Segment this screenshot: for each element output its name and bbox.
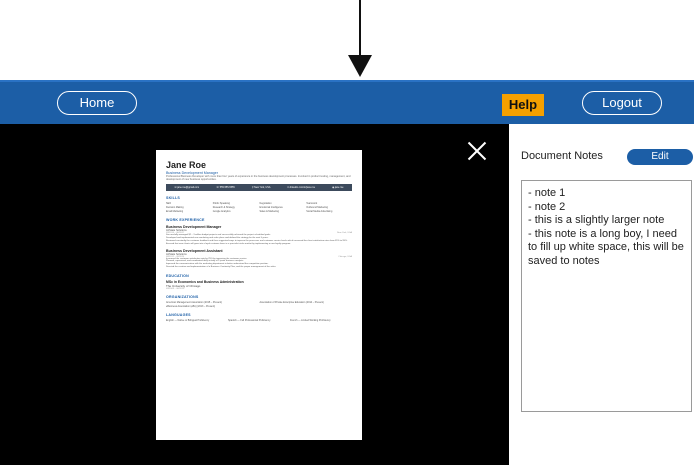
organization-item: American Management Association (2015 – … bbox=[166, 300, 222, 304]
skill-item: Public Speaking bbox=[212, 202, 230, 206]
skill-item: Negotiation bbox=[259, 202, 272, 206]
organization-item: eBusiness Association (eBA) (2013 – Pres… bbox=[166, 304, 216, 308]
job-location: Chicago, USA bbox=[338, 255, 352, 258]
section-heading-languages: LANGUAGES bbox=[166, 312, 191, 317]
skill-item: Social Media Advertising bbox=[306, 210, 333, 214]
resume-page: Jane Roe Business Development Manager Pr… bbox=[156, 150, 362, 440]
language-item: French — Limited Working Proficiency bbox=[290, 318, 331, 322]
contact-location: ⚲ New York, USA bbox=[251, 186, 271, 190]
language-item: Spanish — Full Professional Proficiency bbox=[228, 318, 271, 322]
skill-item: SEO bbox=[166, 202, 172, 206]
skill-item: Outbound Marketing bbox=[306, 206, 328, 210]
section-heading-skills: SKILLS bbox=[166, 196, 180, 201]
job-bullet: Directed the creation and implementation… bbox=[166, 265, 277, 268]
section-heading-work: WORK EXPERIENCE bbox=[166, 218, 205, 223]
section-heading-education: EDUCATION bbox=[166, 273, 189, 278]
skill-item: Google Analytics bbox=[212, 210, 231, 214]
down-arrow-icon bbox=[348, 0, 372, 80]
document-viewer: Jane Roe Business Development Manager Pr… bbox=[0, 124, 509, 465]
job-location: New York, USA bbox=[337, 232, 352, 235]
note-item: - note 1 bbox=[528, 187, 566, 199]
languages-list: English — Native or Bilingual Proficienc… bbox=[166, 319, 352, 322]
contact-linkedin: in linkedin.com/in/jane.roe bbox=[287, 186, 316, 190]
skill-item: Emotional Intelligence bbox=[259, 206, 283, 210]
top-nav-bar: Home Help Logout bbox=[0, 80, 694, 124]
contact-handle: ◉ jane.roe bbox=[332, 186, 344, 190]
contact-phone: ☏ 555-555-5555 bbox=[216, 186, 235, 190]
job-bullet: Ensured that new clients will grow into … bbox=[166, 242, 291, 245]
notes-title: Document Notes bbox=[521, 150, 603, 162]
note-item: - this note is a long boy, I need to fil… bbox=[528, 227, 684, 267]
job-entry: Business Development Manager AirState So… bbox=[166, 225, 352, 245]
resume-contact-bar: ✉ jane.roe@gmail.com ☏ 555-555-5555 ⚲ Ne… bbox=[166, 184, 352, 192]
document-notes-panel: Document Notes Edit - note 1 - note 2 - … bbox=[509, 124, 694, 465]
close-icon[interactable] bbox=[466, 140, 488, 162]
resume-summary: Professional Business Developer with mor… bbox=[166, 175, 351, 182]
organizations-list: American Management Association (2015 – … bbox=[166, 301, 352, 308]
skill-item: Decision Making bbox=[166, 206, 184, 210]
skill-item: Email Marketing bbox=[166, 210, 184, 214]
job-entry: Business Development Assistant AirState … bbox=[166, 249, 352, 269]
resume-name: Jane Roe bbox=[166, 160, 207, 170]
skill-item: Teamwork bbox=[306, 202, 318, 206]
edit-notes-button[interactable]: Edit bbox=[627, 149, 693, 165]
notes-textarea[interactable]: - note 1 - note 2 - this is a slightly l… bbox=[521, 180, 692, 412]
contact-email: ✉ jane.roe@gmail.com bbox=[174, 186, 200, 190]
help-button[interactable]: Help bbox=[502, 94, 544, 116]
skill-item: Research & Strategy bbox=[212, 206, 235, 210]
note-item: - this is a slightly larger note bbox=[528, 214, 665, 226]
skill-item: Sales & Marketing bbox=[259, 210, 279, 214]
logout-button[interactable]: Logout bbox=[582, 91, 662, 115]
home-button[interactable]: Home bbox=[57, 91, 137, 115]
section-heading-organizations: ORGANIZATIONS bbox=[166, 294, 199, 299]
note-item: - note 2 bbox=[528, 200, 566, 213]
language-item: English — Native or Bilingual Proficienc… bbox=[166, 318, 210, 322]
skills-grid: SEO Public Speaking Negotiation Teamwork… bbox=[166, 202, 352, 213]
education-dates: 09/2008 – 06/2010 bbox=[166, 287, 185, 290]
organization-item: Association of Private Enterprise Educat… bbox=[259, 300, 324, 304]
